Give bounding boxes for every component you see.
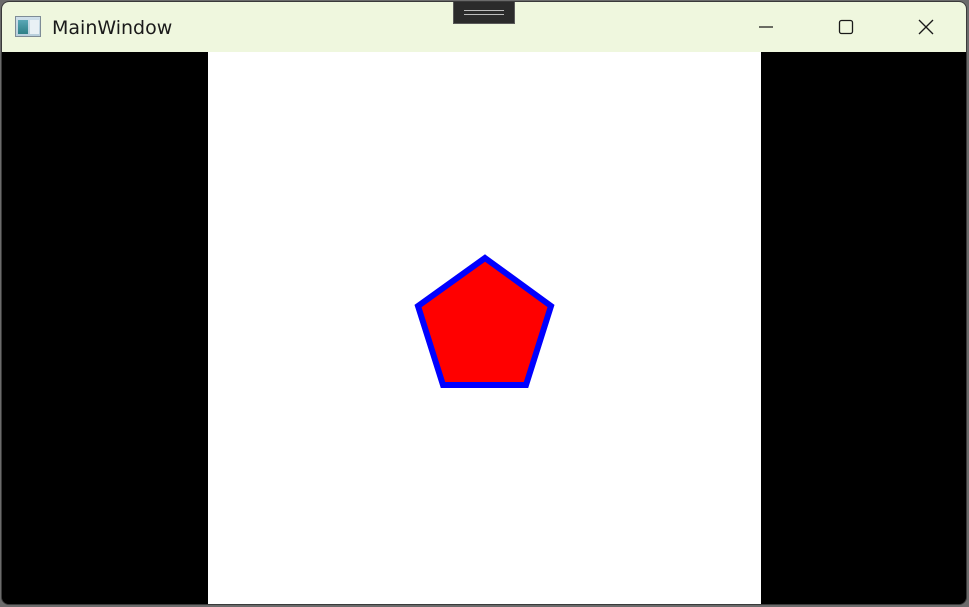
snap-layout-handle[interactable] xyxy=(453,2,515,24)
maximize-icon xyxy=(838,19,854,35)
canvas-svg xyxy=(414,254,555,388)
minimize-button[interactable] xyxy=(726,2,806,52)
app-icon-pane-right xyxy=(30,20,39,34)
close-icon xyxy=(918,19,934,35)
window-title: MainWindow xyxy=(52,17,173,39)
main-window: MainWindow xyxy=(1,1,967,605)
pentagon-shape xyxy=(414,254,555,388)
maximize-button[interactable] xyxy=(806,2,886,52)
snap-handle-line xyxy=(464,14,504,15)
app-icon-pane-left xyxy=(18,20,28,34)
drawing-canvas xyxy=(208,52,761,604)
snap-handle-line xyxy=(464,10,504,11)
close-button[interactable] xyxy=(886,2,966,52)
window-client-area xyxy=(2,52,966,604)
title-bar[interactable]: MainWindow xyxy=(2,2,966,52)
minimize-icon xyxy=(759,26,773,28)
app-window-icon[interactable] xyxy=(15,16,41,37)
